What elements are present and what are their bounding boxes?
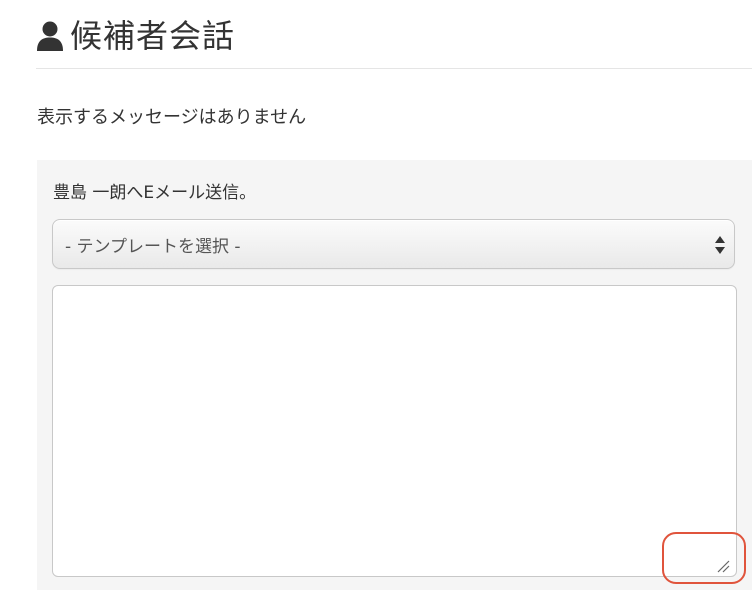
empty-messages-text: 表示するメッセージはありません bbox=[37, 107, 307, 128]
header-divider bbox=[36, 68, 752, 69]
email-compose-panel: 豊島 一朗へEメール送信。 - テンプレートを選択 - bbox=[37, 160, 752, 590]
compose-heading: 豊島 一朗へEメール送信。 bbox=[53, 183, 257, 203]
candidate-conversation-page: 候補者会話 表示するメッセージはありません 豊島 一朗へEメール送信。 - テン… bbox=[0, 0, 752, 590]
select-arrows-icon bbox=[714, 234, 726, 256]
user-icon bbox=[36, 21, 64, 51]
template-select[interactable]: - テンプレートを選択 - bbox=[52, 219, 735, 269]
page-title: 候補者会話 bbox=[70, 17, 236, 55]
highlight-annotation bbox=[662, 532, 746, 584]
page-header: 候補者会話 bbox=[36, 12, 235, 60]
template-select-value: - テンプレートを選択 - bbox=[65, 237, 241, 257]
message-textarea[interactable] bbox=[52, 285, 737, 577]
